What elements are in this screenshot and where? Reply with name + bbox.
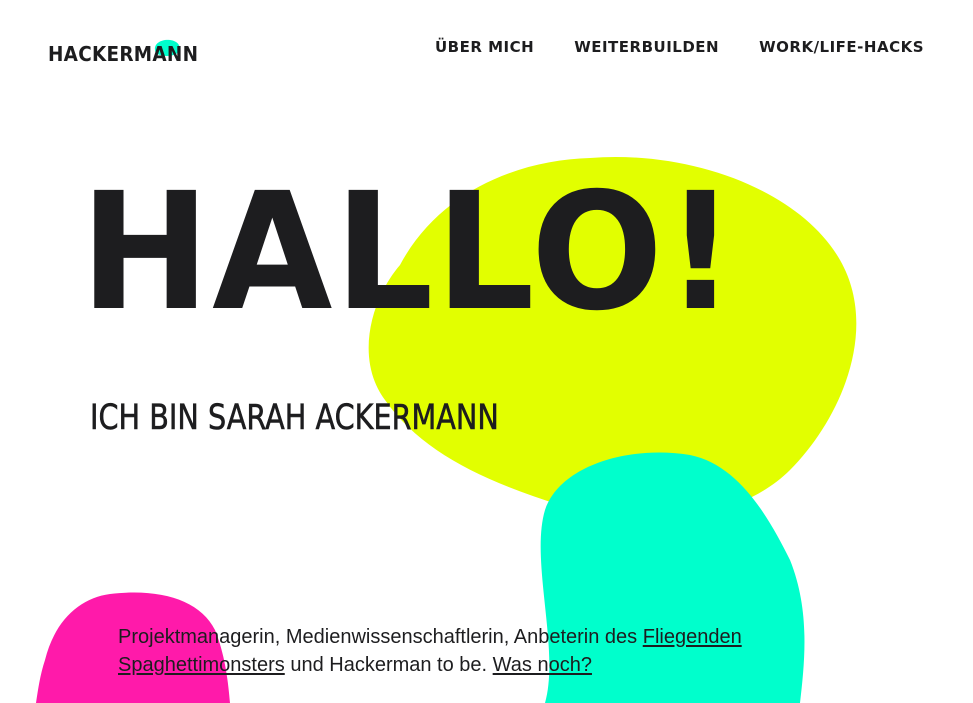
main-nav: Über mich Weiterbuilden Work/Life-Hacks [435, 38, 924, 56]
intro-text-middle: und Hackerman to be. [284, 654, 493, 676]
intro-paragraph: Projektmanagerin, Medienwissenschaftleri… [118, 623, 878, 679]
was-noch-link[interactable]: Was noch? [493, 654, 592, 676]
hero-title: HALLO! [80, 159, 738, 347]
intro-text-before: Projektmanagerin, Medienwissenschaftleri… [118, 626, 643, 648]
nav-item-weiterbuilden[interactable]: Weiterbuilden [574, 38, 719, 56]
hero-subtitle: ICH BIN SARAH ACKERMANN [90, 398, 499, 439]
nav-item-ueber-mich[interactable]: Über mich [435, 38, 534, 56]
nav-item-work-life-hacks[interactable]: Work/Life-Hacks [759, 38, 924, 56]
background-blobs [36, 156, 857, 703]
logo[interactable]: Hackermann [48, 38, 198, 68]
site-header: Hackermann Über mich Weiterbuilden Work/… [0, 0, 973, 100]
logo-text: Hackermann [48, 42, 199, 66]
